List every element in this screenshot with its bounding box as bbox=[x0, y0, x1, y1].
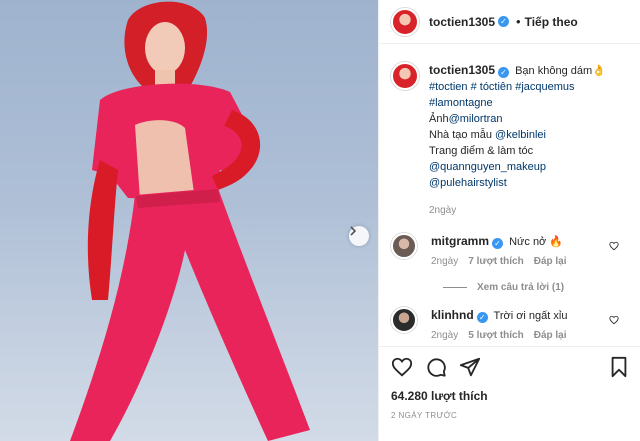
reply-button[interactable]: Đáp lại bbox=[534, 254, 567, 270]
verified-badge-icon: ✓ bbox=[476, 312, 488, 323]
verified-badge-icon: ✓ bbox=[498, 16, 510, 27]
next-image-button[interactable] bbox=[349, 226, 369, 246]
comment-item: klinhnd ✓ Trời ơi ngất xỉu 2ngày 5 lượt t… bbox=[391, 307, 629, 344]
comment-likes[interactable]: 5 lượt thích bbox=[468, 328, 523, 344]
comment-item: mitgramm ✓ Nức nở 🔥 2ngày 7 lượt thích Đá… bbox=[391, 233, 629, 270]
chevron-right-icon bbox=[350, 226, 357, 236]
caption: toctien1305 ✓ Bạn không dám👌 #toctien # t… bbox=[391, 62, 629, 219]
post-side-panel: toctien1305 ✓ • Tiếp theo toctien1305 ✓ B… bbox=[378, 0, 640, 441]
comment-text: Nức nở 🔥 bbox=[509, 236, 564, 248]
reply-button[interactable]: Đáp lại bbox=[534, 328, 567, 344]
comment-likes[interactable]: 7 lượt thích bbox=[468, 254, 523, 270]
caption-username[interactable]: toctien1305 bbox=[429, 63, 495, 77]
designer-credit-tag[interactable]: @kelbinlei bbox=[495, 129, 546, 141]
likes-count[interactable]: 64.280 lượt thích bbox=[391, 389, 629, 403]
caption-time[interactable]: 2ngày bbox=[429, 203, 456, 219]
hair-credit-tag[interactable]: @pulehairstylist bbox=[429, 175, 606, 191]
verified-badge-icon: ✓ bbox=[498, 67, 510, 78]
post-date[interactable]: 2 NGÀY TRƯỚC bbox=[391, 411, 629, 420]
post-photo-illustration bbox=[70, 1, 310, 441]
verified-badge-icon: ✓ bbox=[492, 238, 504, 249]
photo-credit-label: Ảnh bbox=[429, 113, 449, 125]
commenter-username[interactable]: mitgramm bbox=[431, 234, 489, 248]
view-replies-button[interactable]: Xem câu trả lời (1) bbox=[443, 282, 629, 293]
bookmark-icon[interactable] bbox=[609, 356, 629, 378]
makeup-credit-tag[interactable]: @quannguyen_makeup bbox=[429, 159, 606, 175]
view-replies-divider bbox=[443, 287, 467, 288]
view-replies-label: Xem câu trả lời (1) bbox=[477, 282, 565, 293]
follow-button[interactable]: Tiếp theo bbox=[525, 15, 578, 29]
comment-like-heart-icon[interactable] bbox=[609, 241, 619, 251]
designer-credit-label: Nhà tạo mẫu bbox=[429, 129, 496, 141]
header-separator: • bbox=[516, 14, 521, 29]
caption-hashtags[interactable]: #toctien # tóctiên #jacquemus bbox=[429, 79, 606, 95]
caption-text: Bạn không dám👌 bbox=[515, 65, 606, 77]
photo-credit-tag[interactable]: @milortran bbox=[449, 113, 503, 125]
commenter-username[interactable]: klinhnd bbox=[431, 308, 474, 322]
comment-time[interactable]: 2ngày bbox=[431, 254, 458, 270]
commenter-avatar[interactable] bbox=[391, 307, 417, 333]
like-heart-icon[interactable] bbox=[391, 356, 413, 378]
author-avatar[interactable] bbox=[391, 7, 419, 36]
action-bar bbox=[391, 355, 629, 379]
post-image[interactable] bbox=[0, 0, 378, 441]
comment-text: Trời ơi ngất xỉu bbox=[493, 310, 568, 322]
author-username[interactable]: toctien1305 bbox=[429, 15, 495, 29]
caption-avatar[interactable] bbox=[391, 62, 419, 90]
post-footer: 64.280 lượt thích 2 NGÀY TRƯỚC bbox=[379, 346, 640, 441]
comment-like-heart-icon[interactable] bbox=[609, 315, 619, 325]
comment-time[interactable]: 2ngày bbox=[431, 328, 458, 344]
caption-hashtag-lamontagne[interactable]: #lamontagne bbox=[429, 95, 606, 111]
comment-bubble-icon[interactable] bbox=[425, 356, 447, 378]
commenter-avatar[interactable] bbox=[391, 233, 417, 259]
comments-list[interactable]: toctien1305 ✓ Bạn không dám👌 #toctien # t… bbox=[379, 44, 640, 346]
post-header: toctien1305 ✓ • Tiếp theo bbox=[379, 0, 640, 44]
share-paper-plane-icon[interactable] bbox=[459, 356, 481, 378]
makeup-credit-label: Trang điểm & làm tóc bbox=[429, 145, 534, 157]
